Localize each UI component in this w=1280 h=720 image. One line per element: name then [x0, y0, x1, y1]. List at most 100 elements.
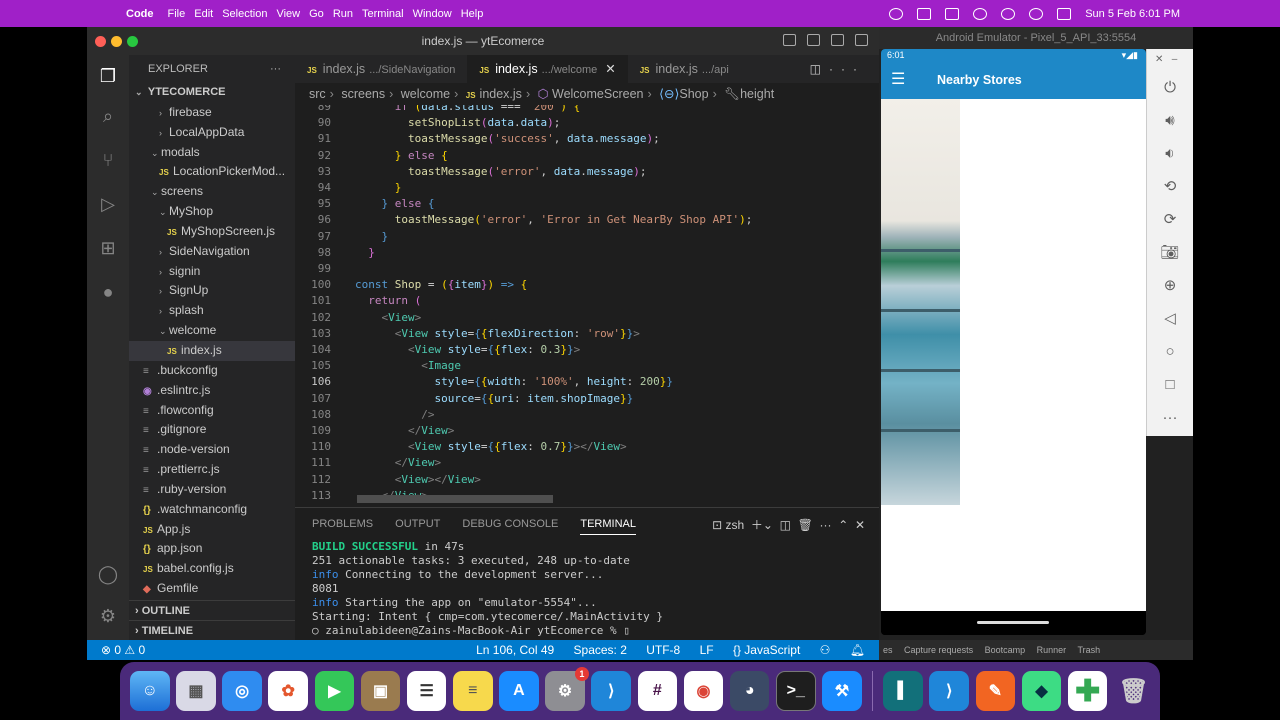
code-line[interactable]: 107 source={{uri: item.shopImage}}	[295, 391, 815, 407]
breadcrumb-welcomescreen[interactable]: WelcomeScreen	[552, 87, 643, 101]
vscode-icon[interactable]: ⟩	[591, 671, 632, 711]
tree-item[interactable]: › LocalAppData	[129, 123, 295, 143]
encoding-status[interactable]: UTF-8	[646, 643, 680, 657]
bottom-item[interactable]: es	[883, 645, 893, 655]
overview-icon[interactable]: □	[1147, 368, 1193, 401]
code-line[interactable]: 110 <View style={{flex: 0.7}}></View>	[295, 439, 815, 455]
tree-item[interactable]: ⌄ screens	[129, 182, 295, 202]
explorer-root-folder[interactable]: ⌄ YTECOMERCE	[129, 83, 295, 103]
tree-item[interactable]: ≡ .ruby-version	[129, 480, 295, 500]
search-icon[interactable]: ⌕	[97, 105, 119, 127]
eol-status[interactable]: LF	[700, 643, 714, 657]
volume-up-icon[interactable]: 🔊︎	[1147, 104, 1193, 137]
menu-app-name[interactable]: Code	[126, 8, 154, 20]
phone-screen[interactable]: 6:01 ▾◢▮ ☰ Nearby Stores	[881, 49, 1146, 635]
home-gesture-pill[interactable]	[977, 621, 1049, 624]
code-line[interactable]: 103 <View style={{flexDirection: 'row'}}…	[295, 326, 815, 342]
tree-item[interactable]: › SideNavigation	[129, 242, 295, 262]
tab-problems[interactable]: PROBLEMS	[312, 518, 373, 530]
zoom-icon[interactable]: ⊕	[1147, 269, 1193, 302]
power-icon[interactable]: ⏻	[1147, 71, 1193, 104]
trash-icon[interactable]: 🗑︎	[798, 518, 813, 532]
code-line[interactable]: 104 <View style={{flex: 0.3}}>	[295, 342, 815, 358]
menu-view[interactable]: View	[276, 8, 300, 20]
tree-item[interactable]: ⌄ MyShop	[129, 202, 295, 222]
rotate-left-icon[interactable]: ⟲	[1147, 170, 1193, 203]
code-line[interactable]: 92 } else {	[295, 148, 815, 164]
tree-item[interactable]: JS babel.config.js	[129, 559, 295, 579]
menu-help[interactable]: Help	[461, 8, 484, 20]
tab-terminal[interactable]: TERMINAL	[580, 518, 636, 535]
code-line[interactable]: 96 toastMessage('error', 'Error in Get N…	[295, 212, 815, 228]
tab-index-welcome[interactable]: JS index.js .../welcome ✕	[467, 55, 628, 83]
back-icon[interactable]: ◁	[1147, 302, 1193, 335]
tab-index-sidenavigation[interactable]: JS index.js .../SideNavigation	[295, 55, 467, 83]
breadcrumb-screens[interactable]: screens	[341, 87, 385, 101]
tree-item[interactable]: › splash	[129, 301, 295, 321]
code-line[interactable]: 108 />	[295, 407, 815, 423]
chevron-down-icon[interactable]: ⌄	[763, 518, 773, 532]
menu-file[interactable]: File	[168, 8, 186, 20]
editor-horizontal-scrollbar[interactable]	[357, 495, 553, 503]
breadcrumb-shop[interactable]: Shop	[679, 87, 708, 101]
reminders-icon[interactable]: ☰	[406, 671, 447, 711]
account-icon[interactable]: ◯	[97, 563, 119, 585]
tree-item[interactable]: ≡ .buckconfig	[129, 361, 295, 381]
tab-debug-console[interactable]: DEBUG CONSOLE	[462, 518, 558, 530]
close-panel-icon[interactable]: ✕	[855, 518, 865, 532]
trash-item[interactable]: Trash	[1078, 645, 1101, 655]
feedback-icon[interactable]: ⚇	[820, 643, 831, 657]
tree-item[interactable]: JS App.js	[129, 520, 295, 540]
tree-item[interactable]: › SignUp	[129, 281, 295, 301]
launchpad-icon[interactable]: ▦	[176, 671, 216, 711]
close-icon[interactable]: ✕	[1155, 54, 1163, 65]
code-editor[interactable]: 89 if (data.status === '200') {90 setSho…	[295, 105, 879, 507]
outline-section[interactable]: › OUTLINE	[129, 600, 295, 620]
terminal-output[interactable]: BUILD SUCCESSFUL in 47s 251 actionable ta…	[295, 540, 879, 638]
code-line[interactable]: 105 <Image	[295, 358, 815, 374]
code-line[interactable]: 91 toastMessage('success', data.message)…	[295, 131, 815, 147]
menu-window[interactable]: Window	[413, 8, 452, 20]
code-line[interactable]: 95 } else {	[295, 196, 815, 212]
window-preview-icon[interactable]: ▌	[883, 671, 923, 711]
menu-run[interactable]: Run	[333, 8, 353, 20]
record-icon[interactable]	[889, 7, 904, 20]
code-line[interactable]: 90 setShopList(data.data);	[295, 115, 815, 131]
notes-icon[interactable]: ≡	[452, 671, 493, 711]
volume-down-icon[interactable]: 🔉︎	[1147, 137, 1193, 170]
tree-item[interactable]: › firebase	[129, 103, 295, 123]
code-line[interactable]: 109 </View>	[295, 423, 815, 439]
cursor-position[interactable]: Ln 106, Col 49	[476, 643, 554, 657]
code-line[interactable]: 97 }	[295, 229, 815, 245]
tree-item[interactable]: ◆ Gemfile	[129, 579, 295, 599]
home-icon[interactable]: ○	[1147, 335, 1193, 368]
split-terminal-icon[interactable]: ◫	[780, 518, 791, 532]
customize-layout-icon[interactable]	[855, 34, 868, 46]
maximize-panel-icon[interactable]: ⌃	[838, 518, 848, 532]
more-actions-icon[interactable]: ···	[820, 518, 832, 532]
store-list[interactable]	[881, 99, 1146, 611]
close-window-button[interactable]	[95, 36, 106, 47]
code-line[interactable]: 94 }	[295, 180, 815, 196]
focus-moon-icon[interactable]	[1001, 7, 1016, 20]
tree-item[interactable]: ≡ .node-version	[129, 440, 295, 460]
code-line[interactable]: 89 if (data.status === '200') {	[295, 105, 815, 115]
breadcrumb-src[interactable]: src	[309, 87, 326, 101]
breadcrumb-height[interactable]: height	[740, 87, 774, 101]
toggle-panel-icon[interactable]	[807, 34, 820, 46]
android-studio-icon[interactable]: ◆	[1021, 671, 1062, 711]
code-line[interactable]: 106 style={{width: '100%', height: 200}}	[295, 374, 815, 390]
rotate-right-icon[interactable]: ⟳	[1147, 203, 1193, 236]
tree-item[interactable]: ◉ .eslintrc.js	[129, 381, 295, 401]
chrome-icon[interactable]: ◉	[683, 671, 724, 711]
minimize-icon[interactable]: –	[1172, 54, 1178, 65]
plus-app-icon[interactable]: ✚	[1067, 671, 1108, 711]
pencil-app-icon[interactable]: ✎	[975, 671, 1016, 711]
minimize-window-button[interactable]	[111, 36, 122, 47]
breadcrumb-file[interactable]: index.js	[480, 87, 522, 101]
tree-item[interactable]: ≡ .prettierrc.js	[129, 460, 295, 480]
source-control-icon[interactable]: ⑂	[97, 149, 119, 171]
search-icon[interactable]	[1029, 7, 1044, 20]
more-options-icon[interactable]: ···	[1147, 401, 1193, 434]
finder-icon[interactable]: ☺	[130, 671, 170, 711]
